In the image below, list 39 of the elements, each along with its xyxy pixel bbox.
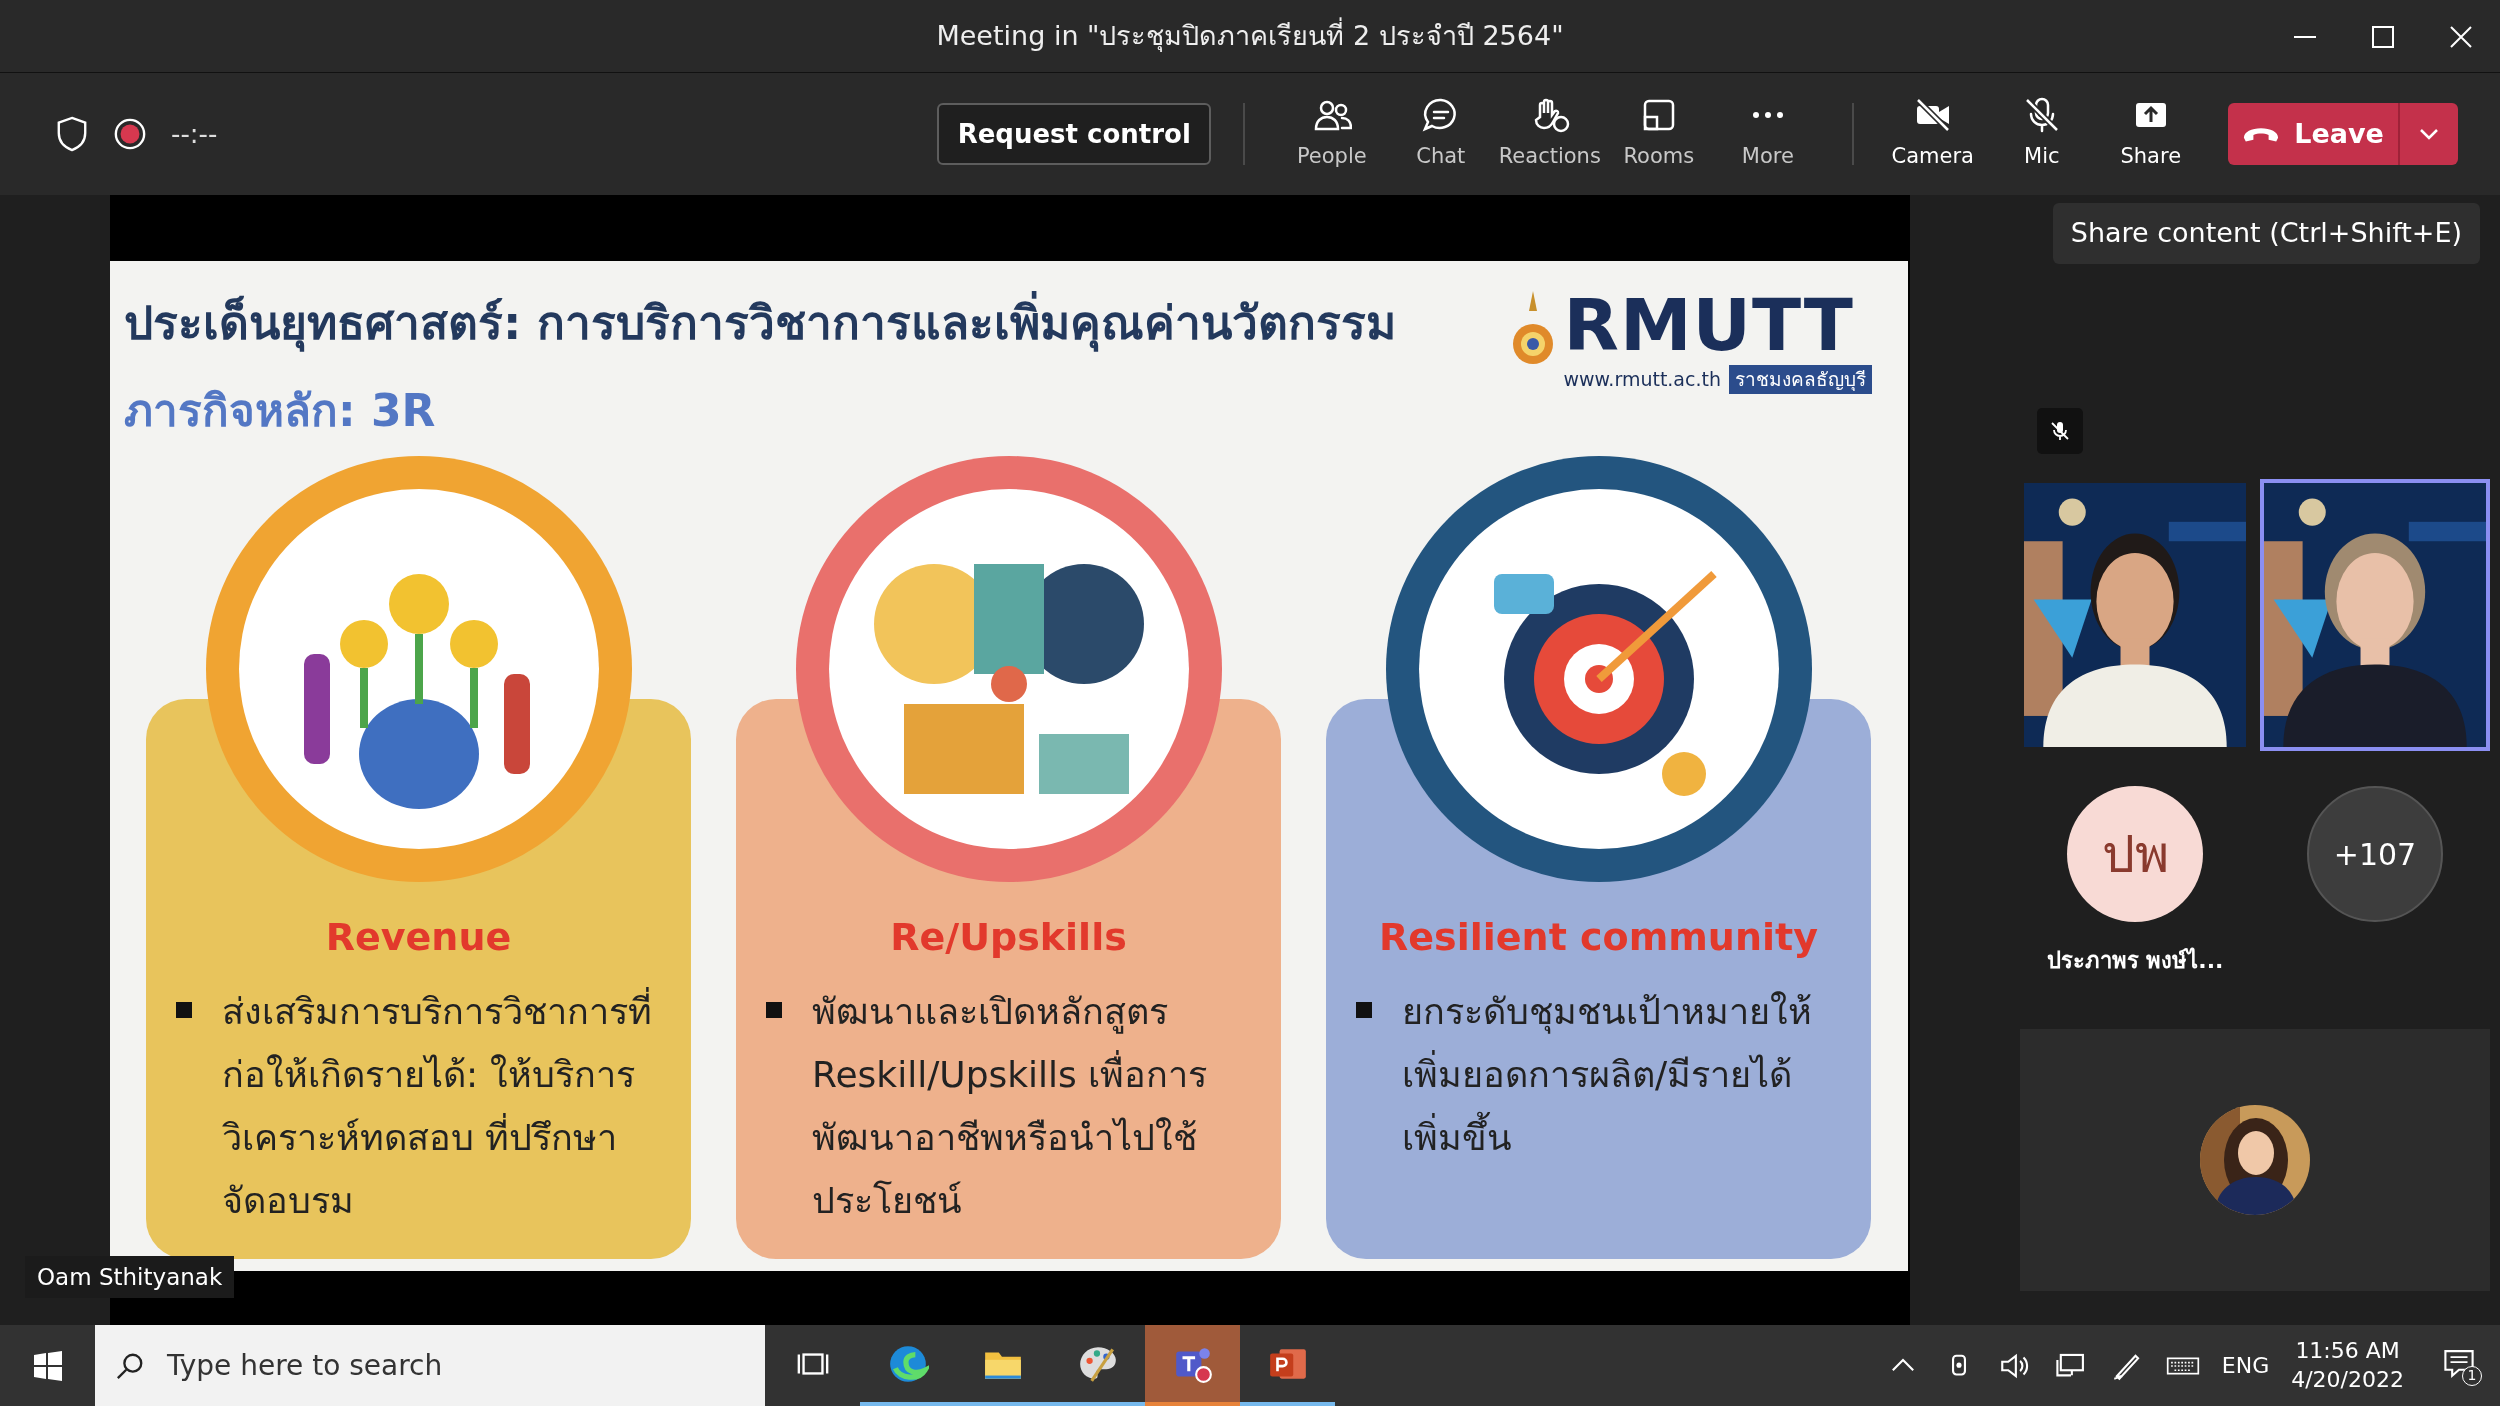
meeting-timer: --:-- [171,117,218,151]
more-icon [1751,111,1784,120]
card-heading: Resilient community [1378,914,1819,961]
logo-wordmark: RMUTT [1563,289,1855,361]
request-control-button[interactable]: Request control [937,103,1212,165]
tooltip: Share content (Ctrl+Shift+E) [2052,203,2480,264]
bullet-icon [1356,1002,1372,1018]
presenter-name: Oam Sthityanak [25,1255,235,1298]
people-button[interactable]: People [1277,95,1387,173]
shield-icon [55,115,89,153]
bullet-icon [176,1002,192,1018]
record-icon [113,117,147,151]
microphone-button[interactable]: Mic [1987,95,2097,173]
hand-button[interactable]: Reactions [1495,95,1605,173]
share-button[interactable]: Share [2096,95,2206,173]
bullet-icon [766,1002,782,1018]
notifications-button[interactable]: 1 [2442,1345,2482,1386]
initials-avatar[interactable]: ปพ [2067,786,2203,922]
search-field[interactable]: Type here to search [95,1325,765,1406]
chat-button[interactable]: Chat [1386,95,1496,173]
window-title: Meeting in "ประชุมปิดภาคเรียนที่ 2 ประจำปี 2564" [936,16,1564,54]
more-participants-button[interactable]: +107 [2307,786,2443,922]
more-button[interactable]: More [1713,95,1823,173]
participant-name: ประภาพร พงษ์ไ... [2046,946,2224,975]
logo-tagline: ราชมงคลธัญบุรี [1729,365,1872,394]
bullet-text: ยกระดับชุมชนเป้าหมายให้เพิ่มยอดการผลิต/มีรายได้เพิ่มขึ้น [1402,990,1813,1160]
logo-url: www.rmutt.ac.th [1563,367,1721,392]
card-heading: Revenue [324,914,513,961]
rooms-button[interactable]: Rooms [1604,95,1714,173]
bullet-text: ส่งเสริมการบริการวิชาการที่ก่อให้เกิดรายได้: ให้บริการวิเคราะห์ทดสอบ ที่ปรึกษาจัดอบรม [222,980,661,1232]
leave-button[interactable]: Leave [2228,103,2398,165]
slide-title: ประเด็นยุทธศาสตร์: การบริการวิชาการและเพิ่มคุณค่านวัตกรรม [124,289,1397,358]
clock[interactable]: 11:56 AM 4/20/2022 [2291,1336,2404,1395]
slide-subtitle: ภารกิจหลัก: 3R [124,384,437,438]
windows-start-icon[interactable] [31,1349,64,1382]
bullet-text: พัฒนาและเปิดหลักสูตร Reskill/Upskills เพื่อการพัฒนาอาชีพหรือนำไปใช้ประโยชน์ [812,990,1209,1223]
camera-button[interactable]: Camera [1878,95,1988,173]
card-heading: Re/Upskills [889,914,1128,961]
language-indicator[interactable]: ENG [2221,1349,2270,1382]
